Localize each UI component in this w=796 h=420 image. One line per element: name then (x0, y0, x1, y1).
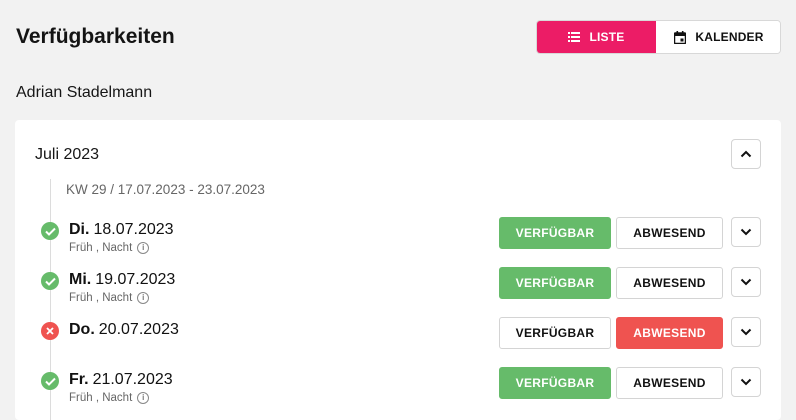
day-shifts: Früh , Nacht i (69, 392, 150, 404)
shifts-text: Früh , Nacht (69, 292, 133, 304)
month-title: Juli 2023 (35, 146, 100, 163)
day-shifts: Früh , Nacht i (69, 292, 150, 304)
page-title: Verfügbarkeiten (16, 25, 175, 48)
day-title: Mi. 19.07.2023 (69, 271, 175, 289)
day-title: Do. 20.07.2023 (69, 321, 179, 339)
expand-day-button[interactable] (731, 317, 761, 347)
chevron-down-icon (740, 278, 752, 286)
absent-button[interactable]: ABWESEND (616, 217, 723, 249)
day-date: 18.07.2023 (93, 221, 174, 238)
view-toggle: LISTE KALENDER (536, 20, 781, 54)
check-circle-icon (41, 272, 59, 290)
week-label: KW 29 / 17.07.2023 - 23.07.2023 (66, 182, 265, 197)
expand-day-button[interactable] (731, 267, 761, 297)
info-icon[interactable]: i (137, 292, 150, 304)
info-icon[interactable]: i (137, 242, 150, 254)
available-button[interactable]: VERFÜGBAR (499, 317, 611, 349)
available-button[interactable]: VERFÜGBAR (499, 367, 611, 399)
day-of-week: Do. (69, 321, 95, 338)
day-date: 19.07.2023 (95, 271, 176, 288)
x-circle-icon (41, 322, 59, 340)
absent-button[interactable]: ABWESEND (616, 267, 723, 299)
check-circle-icon (41, 372, 59, 390)
calendar-view-button[interactable]: KALENDER (656, 21, 780, 53)
chevron-down-icon (740, 228, 752, 236)
collapse-month-button[interactable] (731, 139, 761, 169)
person-name: Adrian Stadelmann (16, 84, 153, 101)
day-shifts: Früh , Nacht i (69, 242, 150, 254)
expand-day-button[interactable] (731, 367, 761, 397)
day-date: 21.07.2023 (92, 371, 173, 388)
shifts-text: Früh , Nacht (69, 392, 133, 404)
day-date: 20.07.2023 (98, 321, 179, 338)
list-icon (568, 32, 581, 42)
expand-day-button[interactable] (731, 217, 761, 247)
day-row: Do. 20.07.2023 VERFÜGBAR ABWESEND (15, 317, 781, 361)
month-card: Juli 2023 KW 29 / 17.07.2023 - 23.07.202… (15, 120, 781, 420)
shifts-text: Früh , Nacht (69, 242, 133, 254)
available-button[interactable]: VERFÜGBAR (499, 217, 611, 249)
day-of-week: Di. (69, 221, 90, 238)
day-row: Di. 18.07.2023 Früh , Nacht i VERFÜGBAR A… (15, 217, 781, 261)
chevron-up-icon (740, 150, 752, 158)
day-row: Fr. 21.07.2023 Früh , Nacht i VERFÜGBAR A… (15, 367, 781, 411)
available-button[interactable]: VERFÜGBAR (499, 267, 611, 299)
list-view-button[interactable]: LISTE (537, 21, 656, 53)
day-title: Fr. 21.07.2023 (69, 371, 173, 389)
chevron-down-icon (740, 378, 752, 386)
day-of-week: Mi. (69, 271, 92, 288)
absent-button[interactable]: ABWESEND (616, 317, 723, 349)
day-row: Mi. 19.07.2023 Früh , Nacht i VERFÜGBAR A… (15, 267, 781, 311)
day-title: Di. 18.07.2023 (69, 221, 174, 239)
check-circle-icon (41, 222, 59, 240)
calendar-view-label: KALENDER (695, 30, 764, 44)
absent-button[interactable]: ABWESEND (616, 367, 723, 399)
calendar-icon (674, 30, 687, 44)
chevron-down-icon (740, 328, 752, 336)
info-icon[interactable]: i (137, 392, 150, 404)
list-view-label: LISTE (589, 30, 625, 44)
day-of-week: Fr. (69, 371, 89, 388)
